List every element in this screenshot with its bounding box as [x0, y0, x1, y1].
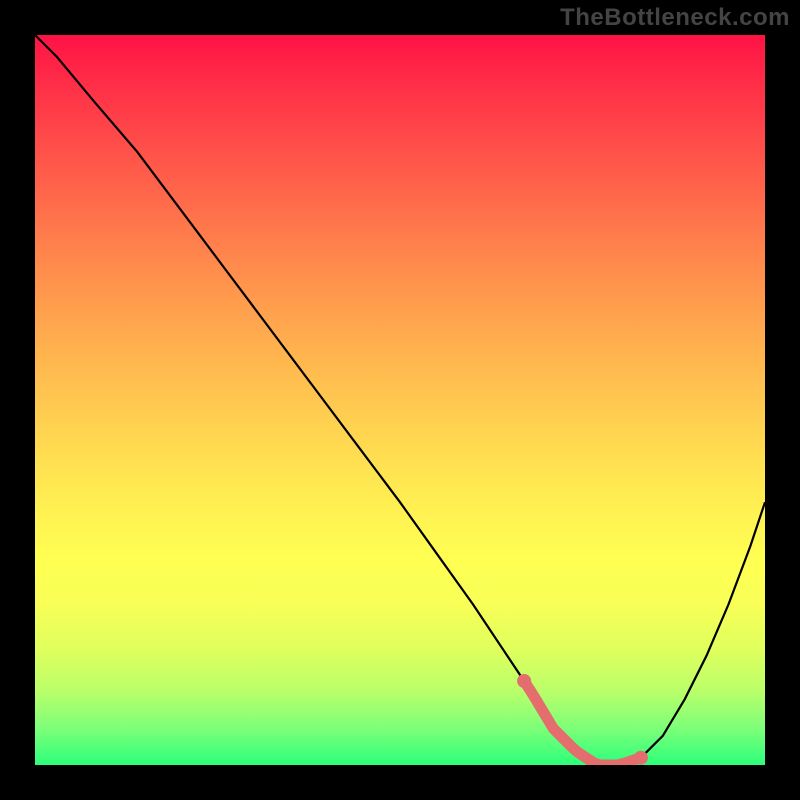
plot-area — [35, 35, 765, 765]
optimal-range-highlight — [524, 681, 641, 765]
optimal-range-end-dot — [634, 751, 648, 765]
bottleneck-curve-path — [35, 35, 765, 765]
watermark-text: TheBottleneck.com — [560, 4, 790, 32]
optimal-range-start-dot — [517, 674, 531, 688]
bottleneck-curve-svg — [35, 35, 765, 765]
chart-frame: TheBottleneck.com — [0, 0, 800, 800]
